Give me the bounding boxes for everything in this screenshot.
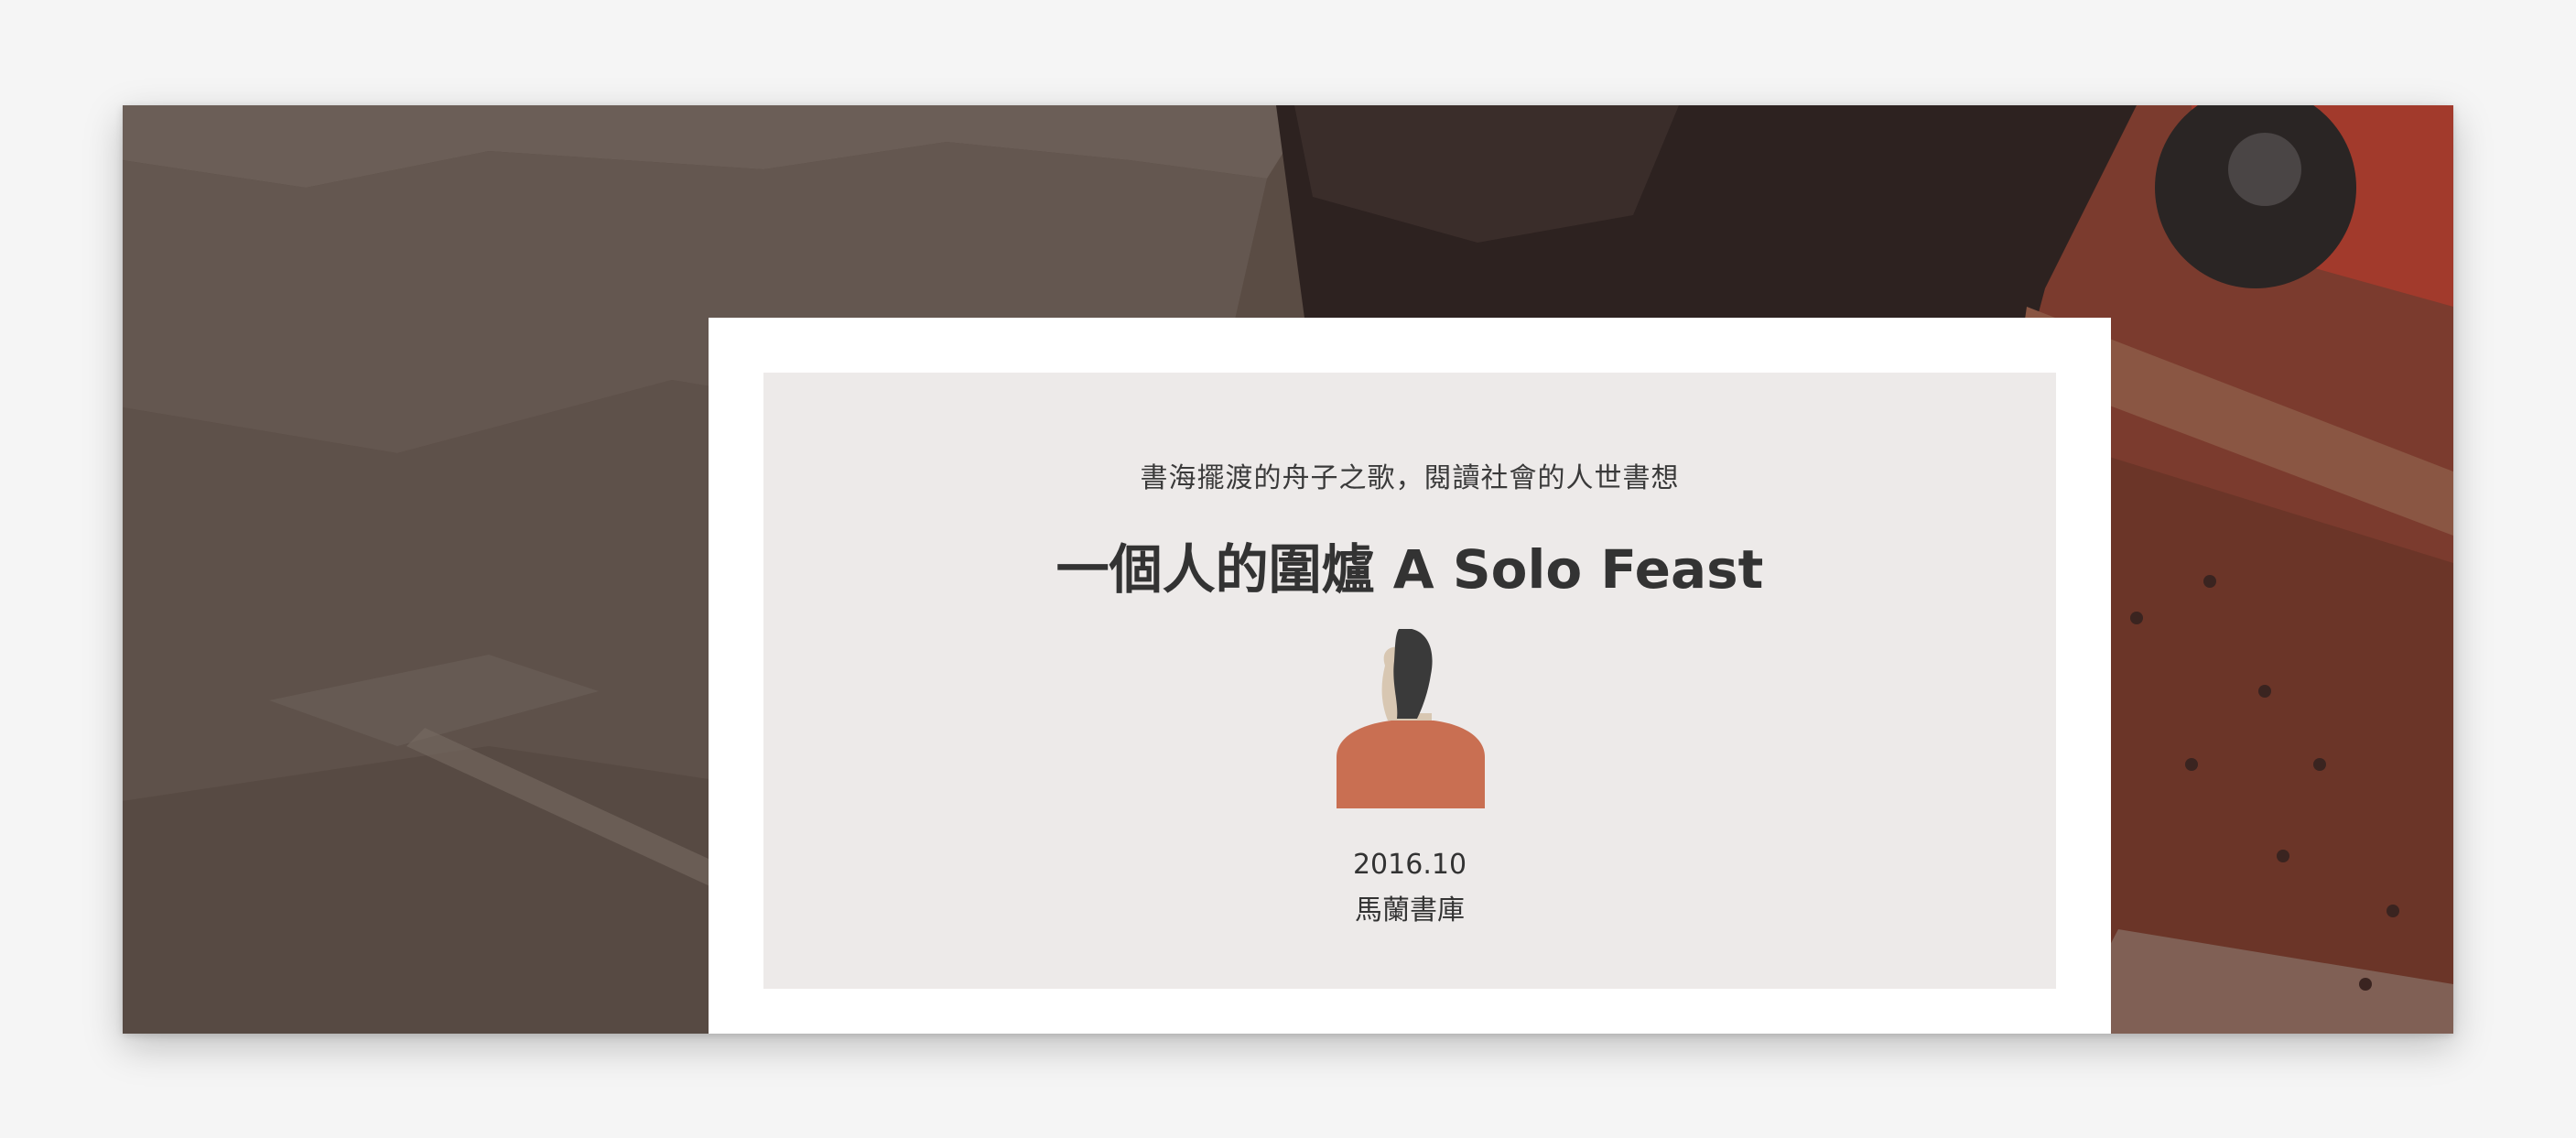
title-card-frame: 書海擺渡的舟子之歌，閱讀社會的人世書想 一個人的圍爐 A Solo Feast … (709, 318, 2111, 1034)
event-date: 2016.10 (1352, 849, 1467, 881)
hero-banner: 書海擺渡的舟子之歌，閱讀社會的人世書想 一個人的圍爐 A Solo Feast … (123, 105, 2453, 1034)
event-place: 馬蘭書庫 (1355, 894, 1465, 927)
banner-title: 一個人的圍爐 A Solo Feast (1055, 538, 1764, 601)
banner-subtitle: 書海擺渡的舟子之歌，閱讀社會的人世書想 (1140, 462, 1680, 494)
person-back-view-icon (1337, 629, 1485, 808)
title-card: 書海擺渡的舟子之歌，閱讀社會的人世書想 一個人的圍爐 A Solo Feast … (763, 373, 2056, 989)
